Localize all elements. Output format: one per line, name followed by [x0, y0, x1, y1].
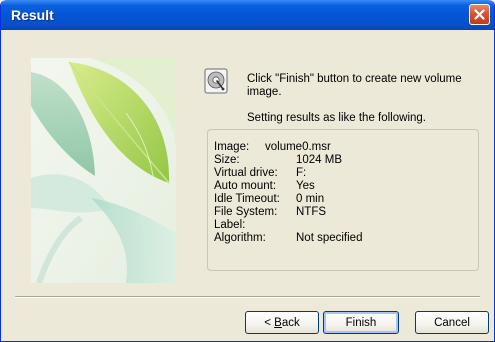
cancel-button[interactable]: Cancel [415, 311, 489, 334]
size-label: Size: [214, 154, 240, 166]
finish-button-label: Finish [345, 316, 377, 329]
wizard-side-image [31, 58, 176, 283]
idle-timeout-label: Idle Timeout: [214, 193, 280, 205]
virtual-drive-label: Virtual drive: [214, 167, 278, 179]
back-button-rest: ack [281, 316, 300, 329]
results-heading: Setting results as like the following. [247, 112, 426, 124]
back-button-mnemonic: B [274, 316, 282, 329]
idle-timeout-value: 0 min [296, 193, 325, 205]
hard-disk-icon [204, 68, 228, 94]
auto-mount-value: Yes [296, 180, 315, 192]
size-value: 1024 MB [296, 154, 343, 166]
label-label: Label: [214, 219, 246, 231]
file-system-label: File System: [214, 206, 278, 218]
close-button[interactable] [469, 4, 490, 25]
window-title: Result [11, 7, 54, 23]
result-dialog: Result Click "Finish" button to create n… [0, 0, 495, 342]
auto-mount-label: Auto mount: [214, 180, 277, 192]
virtual-drive-value: F: [296, 167, 307, 179]
image-value: volume0.msr [265, 141, 331, 153]
footer-divider [15, 296, 480, 298]
algorithm-label: Algorithm: [214, 232, 266, 244]
cancel-button-label: Cancel [434, 316, 470, 329]
file-system-value: NTFS [296, 206, 327, 218]
back-button[interactable]: < Back [245, 311, 319, 334]
close-icon [474, 9, 485, 20]
results-panel: Image: volume0.msr Size: 1024 MB Virtual… [207, 129, 479, 271]
instruction-text: Click "Finish" button to create new volu… [247, 73, 462, 98]
title-bar[interactable]: Result [1, 0, 494, 30]
finish-button[interactable]: Finish [323, 311, 399, 334]
image-label: Image: [214, 141, 250, 153]
algorithm-value: Not specified [296, 232, 363, 244]
back-button-prefix: < [264, 316, 275, 329]
